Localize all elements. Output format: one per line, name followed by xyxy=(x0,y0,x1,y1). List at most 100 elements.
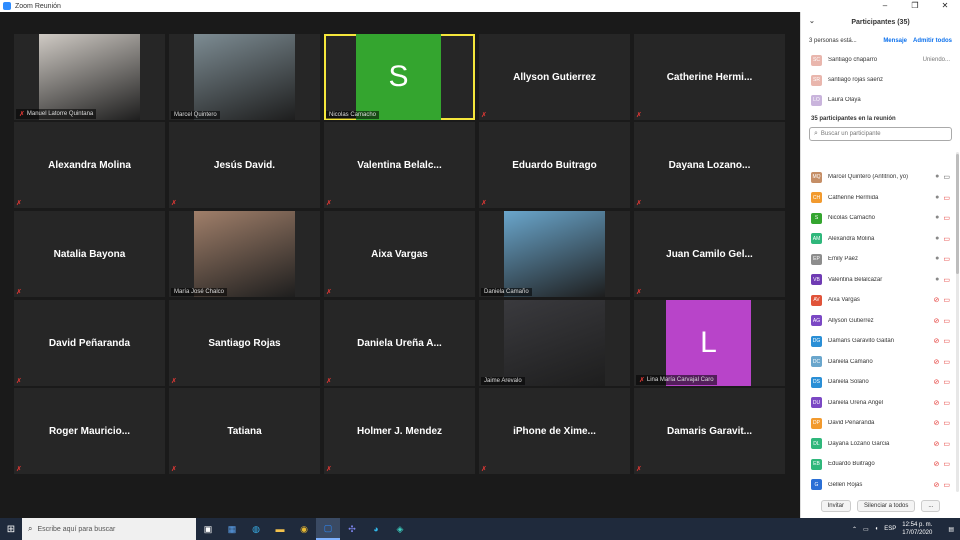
mic-muted-icon[interactable]: ⊘ xyxy=(934,440,940,448)
video-tile[interactable]: David Peñaranda ✗ xyxy=(14,300,165,386)
minimize-button[interactable]: – xyxy=(870,0,900,12)
mic-muted-icon[interactable]: ⊘ xyxy=(934,419,940,427)
waiting-participant-row[interactable]: SC Santiago chaparro Uniendo... xyxy=(801,50,960,70)
video-tile[interactable]: Dayana Lozano... ✗ xyxy=(634,122,785,208)
video-tile[interactable]: Jaime Arevalo xyxy=(479,300,630,386)
file-explorer-icon[interactable]: ▦ xyxy=(220,518,244,540)
video-tile[interactable]: Santiago Rojas ✗ xyxy=(169,300,320,386)
video-tile[interactable]: Juan Camilo Gel... ✗ xyxy=(634,211,785,297)
video-tile[interactable]: Daniela Camaño xyxy=(479,211,630,297)
video-tile[interactable]: ✗ Manuel Latorre Quintana xyxy=(14,34,165,120)
mic-muted-icon[interactable]: ⊘ xyxy=(934,317,940,325)
camera-off-icon[interactable]: ▭ xyxy=(943,276,950,284)
participant-row[interactable]: AG Allyson Gutierrez ⊘ ▭ xyxy=(801,311,960,332)
camera-off-icon[interactable]: ▭ xyxy=(943,194,950,202)
camera-off-icon[interactable]: ▭ xyxy=(943,337,950,345)
camera-off-icon[interactable]: ▭ xyxy=(943,399,950,407)
zoom-icon[interactable]: ▢ xyxy=(316,518,340,540)
chevron-up-icon[interactable]: ⌃ xyxy=(852,526,857,533)
participant-row[interactable]: VB Valentina Belalcazar ● ▭ xyxy=(801,270,960,291)
mic-muted-icon[interactable]: ⊘ xyxy=(934,358,940,366)
app-icon[interactable]: ◈ xyxy=(388,518,412,540)
participant-row[interactable]: AM Alexandra Molina ● ▭ xyxy=(801,229,960,250)
language-indicator[interactable]: ESP xyxy=(884,526,896,532)
volume-icon[interactable]: ◖ xyxy=(875,526,879,532)
network-icon[interactable]: ▭ xyxy=(863,526,869,533)
windows-start-icon[interactable]: ⊞ xyxy=(0,518,22,540)
video-tile[interactable]: S Nicolas Camacho xyxy=(324,34,475,120)
mic-icon[interactable]: ● xyxy=(935,214,939,222)
task-view-icon[interactable]: ▣ xyxy=(196,518,220,540)
video-tile[interactable]: Aixa Vargas ✗ xyxy=(324,211,475,297)
video-tile[interactable]: Catherine Hermi... ✗ xyxy=(634,34,785,120)
mic-icon[interactable]: ● xyxy=(935,173,939,181)
participant-row[interactable]: EP Emily Paez ● ▭ xyxy=(801,249,960,270)
participant-row[interactable]: MQ Marcel Quintero (Anfitrión, yo) ● ▭ xyxy=(801,167,960,188)
participant-row[interactable]: G Gellen Rojas ⊘ ▭ xyxy=(801,475,960,493)
explorer-folder-icon[interactable]: ▬ xyxy=(268,518,292,540)
camera-off-icon[interactable]: ▭ xyxy=(943,378,950,386)
participant-row[interactable]: DU Daniela Ureña Angel ⊘ ▭ xyxy=(801,393,960,414)
participant-row[interactable]: DC Daniela Camaño ⊘ ▭ xyxy=(801,352,960,373)
participant-search-input[interactable]: ⌕ Buscar un participante xyxy=(809,127,952,141)
video-tile[interactable]: iPhone de Xime... ✗ xyxy=(479,388,630,474)
video-tile[interactable]: María José Chalco xyxy=(169,211,320,297)
camera-off-icon[interactable]: ▭ xyxy=(943,255,950,263)
video-tile[interactable]: Tatiana ✗ xyxy=(169,388,320,474)
video-tile[interactable]: L ✗ Lina María Carvajal Caro xyxy=(634,300,785,386)
waiting-participant-row[interactable]: LO Laura Olaya xyxy=(801,90,960,110)
teams-icon[interactable]: ✣ xyxy=(340,518,364,540)
mic-muted-icon[interactable]: ⊘ xyxy=(934,481,940,489)
video-tile[interactable]: Roger Mauricio... ✗ xyxy=(14,388,165,474)
camera-off-icon[interactable]: ▭ xyxy=(943,317,950,325)
camera-icon[interactable]: ▭ xyxy=(943,173,950,181)
mic-muted-icon[interactable]: ⊘ xyxy=(934,399,940,407)
video-tile[interactable]: Jesús David. ✗ xyxy=(169,122,320,208)
participant-row[interactable]: AV Aixa Vargas ⊘ ▭ xyxy=(801,290,960,311)
close-button[interactable]: ✕ xyxy=(930,0,960,12)
mic-muted-icon[interactable]: ⊘ xyxy=(934,296,940,304)
mic-muted-icon[interactable]: ⊘ xyxy=(934,460,940,468)
participant-row[interactable]: EB Eduardo Buitrago ⊘ ▭ xyxy=(801,454,960,475)
camera-off-icon[interactable]: ▭ xyxy=(943,358,950,366)
edge-icon[interactable]: ◍ xyxy=(244,518,268,540)
participant-row[interactable]: S Nicolas Camacho ● ▭ xyxy=(801,208,960,229)
camera-off-icon[interactable]: ▭ xyxy=(943,460,950,468)
camera-off-icon[interactable]: ▭ xyxy=(943,296,950,304)
video-tile[interactable]: Holmer J. Mendez ✗ xyxy=(324,388,475,474)
chrome-icon[interactable]: ◉ xyxy=(292,518,316,540)
video-tile[interactable]: Natalia Bayona ✗ xyxy=(14,211,165,297)
message-waiting-button[interactable]: Mensaje xyxy=(883,38,907,44)
video-tile[interactable]: Damaris Garavit... ✗ xyxy=(634,388,785,474)
participant-row[interactable]: DS Daniela Solano ⊘ ▭ xyxy=(801,372,960,393)
video-tile[interactable]: Eduardo Buitrago ✗ xyxy=(479,122,630,208)
video-tile[interactable]: Marcel Quintero xyxy=(169,34,320,120)
mic-icon[interactable]: ● xyxy=(935,235,939,243)
camera-off-icon[interactable]: ▭ xyxy=(943,419,950,427)
mic-icon[interactable]: ● xyxy=(935,276,939,284)
video-tile[interactable]: Allyson Gutierrez ✗ xyxy=(479,34,630,120)
video-tile[interactable]: Alexandra Molina ✗ xyxy=(14,122,165,208)
skype-icon[interactable]: ◕ xyxy=(364,518,388,540)
taskbar-search[interactable]: ⌕ Escribe aquí para buscar xyxy=(22,518,196,540)
mic-icon[interactable]: ● xyxy=(935,255,939,263)
participant-row[interactable]: DL Dayana Lozano Garcia ⊘ ▭ xyxy=(801,434,960,455)
video-tile[interactable]: Valentina Belalc... ✗ xyxy=(324,122,475,208)
admit-all-button[interactable]: Admitir todos xyxy=(913,38,952,44)
participant-row[interactable]: DP David Peñaranda ⊘ ▭ xyxy=(801,413,960,434)
invite-button[interactable]: Invitar xyxy=(820,500,851,512)
collapse-chevron-icon[interactable]: ⌄ xyxy=(809,17,815,25)
participant-scrollbar[interactable] xyxy=(956,152,959,492)
mic-icon[interactable]: ● xyxy=(935,194,939,202)
participant-row[interactable]: CH Catherine Hermida ● ▭ xyxy=(801,188,960,209)
camera-off-icon[interactable]: ▭ xyxy=(943,440,950,448)
notification-icon[interactable]: ▤ xyxy=(948,526,954,533)
participant-row[interactable]: DG Damaris Garavito Gaitán ⊘ ▭ xyxy=(801,331,960,352)
video-tile[interactable]: Daniela Ureña A... ✗ xyxy=(324,300,475,386)
camera-off-icon[interactable]: ▭ xyxy=(943,481,950,489)
mute-all-button[interactable]: Silenciar a todos xyxy=(856,500,916,512)
waiting-participant-row[interactable]: SR santiago rojas saenz xyxy=(801,70,960,90)
clock[interactable]: 12:54 p. m. 17/07/2020 xyxy=(902,521,932,537)
more-button[interactable]: ... xyxy=(921,500,941,512)
maximize-button[interactable]: ❐ xyxy=(900,0,930,12)
